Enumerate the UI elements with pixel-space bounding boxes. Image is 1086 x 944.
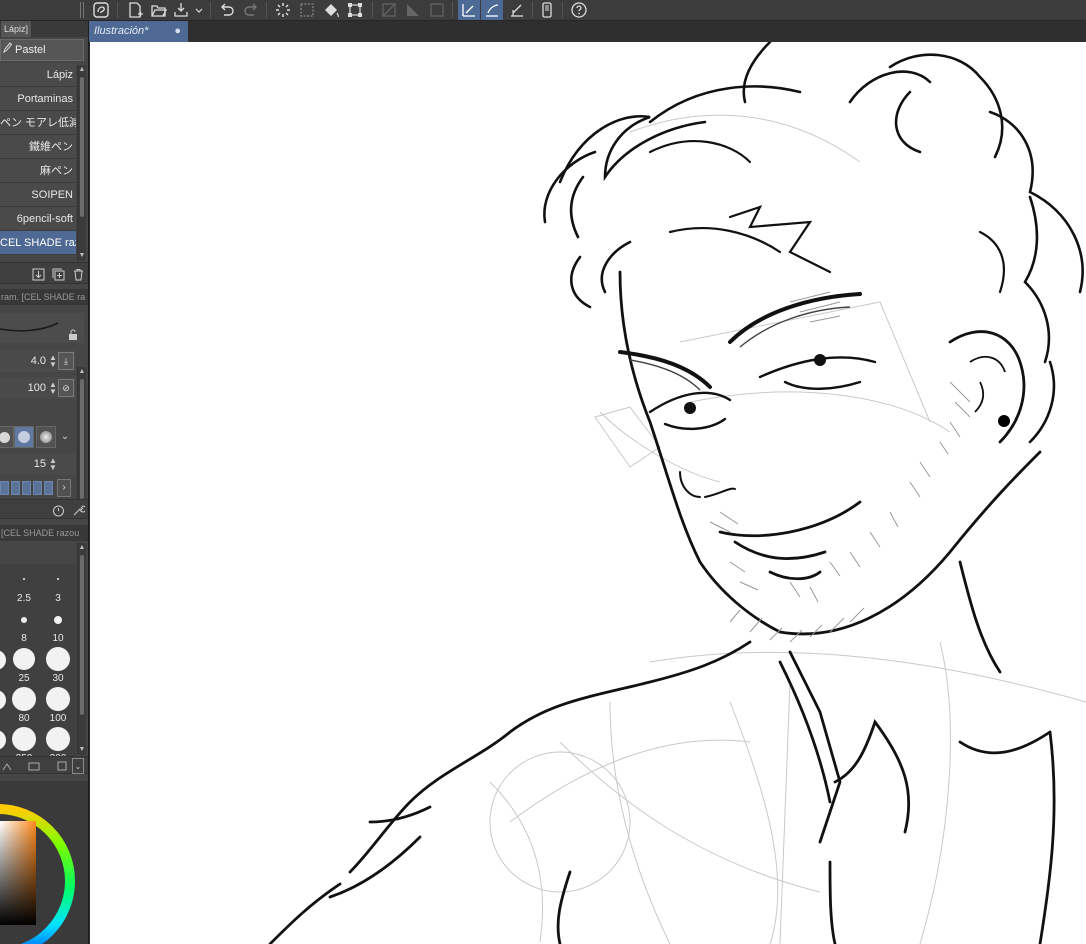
- scroll-down-icon[interactable]: ▼: [78, 251, 86, 261]
- opacity-row[interactable]: 100 ▲ ▼ ⊘: [0, 377, 76, 399]
- hardness-value[interactable]: 15: [34, 453, 46, 475]
- brush-item[interactable]: Lápiz: [0, 63, 76, 87]
- property-actions-row: [0, 499, 88, 519]
- brush-list-scrollbar[interactable]: ▲ ▼: [77, 65, 86, 261]
- pencil-icon: [3, 40, 13, 60]
- size-scrollbar[interactable]: ▲ ▼: [77, 543, 86, 755]
- spinner-icon[interactable]: ▲ ▼: [49, 457, 57, 472]
- drawing-canvas[interactable]: [90, 42, 1086, 944]
- size-preset[interactable]: 3: [43, 566, 73, 606]
- size-preset[interactable]: 30: [43, 646, 73, 686]
- dropdown-icon[interactable]: [192, 0, 206, 20]
- pressure-icon[interactable]: ⤓: [58, 352, 74, 370]
- chevron-right-icon[interactable]: ›: [57, 479, 71, 497]
- brush-item[interactable]: SOIPEN: [0, 183, 76, 207]
- brush-size-grid: 2.5 3 8 10 25 30 80 100 250 300: [0, 564, 76, 764]
- phone-icon[interactable]: [536, 0, 558, 20]
- brush-item[interactable]: 麻ペン: [0, 159, 76, 183]
- stopwatch-icon[interactable]: [50, 502, 66, 518]
- brush-actions-row: [0, 262, 88, 284]
- clip-studio-icon[interactable]: [90, 0, 112, 20]
- transform-icon[interactable]: [344, 0, 366, 20]
- property-scrollbar[interactable]: ▲ ▼: [77, 367, 86, 519]
- brush-size-title: [CEL SHADE razou: [0, 525, 88, 541]
- tip-shape-blur[interactable]: [36, 426, 56, 448]
- tool-property-title: ram. [CEL SHADE ra: [0, 289, 88, 305]
- special-ruler-icon[interactable]: [506, 0, 528, 20]
- line-art-illustration: [268, 42, 1086, 944]
- scrollbar-thumb[interactable]: [80, 77, 84, 217]
- chevron-down-icon[interactable]: ⌄: [72, 758, 84, 774]
- brush-size-value[interactable]: 4.0: [31, 350, 46, 372]
- undo-icon[interactable]: [216, 0, 238, 20]
- sub-tool-tab[interactable]: Lápiz]: [0, 21, 88, 37]
- size-preset[interactable]: 10: [43, 606, 73, 646]
- lock-icon[interactable]: [68, 327, 78, 345]
- size-preset[interactable]: 100: [43, 686, 73, 726]
- download-icon[interactable]: [30, 266, 46, 282]
- tip-shape-hard[interactable]: [0, 426, 14, 448]
- color-slider-tab-icon[interactable]: [26, 758, 42, 774]
- open-file-icon[interactable]: [148, 0, 170, 20]
- size-preset[interactable]: 25: [9, 646, 39, 686]
- snap-special-icon[interactable]: [481, 0, 503, 20]
- hardness-row[interactable]: 15 ▲ ▼: [0, 453, 76, 475]
- spinner-icon[interactable]: ▲ ▼: [49, 354, 57, 369]
- color-wheel-tab-icon[interactable]: [0, 758, 16, 774]
- size-preset[interactable]: 80: [9, 686, 39, 726]
- tool-group-pastel[interactable]: Pastel: [0, 39, 84, 61]
- command-bar: [0, 0, 1086, 21]
- toolbar-grip[interactable]: [80, 2, 84, 18]
- clear-selection-icon[interactable]: [296, 0, 318, 20]
- document-close-dot[interactable]: ●: [174, 21, 181, 42]
- brush-item-selected[interactable]: CEL SHADE razou: [0, 231, 76, 255]
- clip-studio-window: Lápiz] Pastel Lápiz Portaminas ペン モアレ低減 …: [0, 0, 1086, 944]
- new-file-icon[interactable]: [124, 0, 146, 20]
- tool-group-label: Pastel: [15, 44, 46, 56]
- ruler-icon[interactable]: [402, 0, 424, 20]
- palette-tabs-row: ⌄: [0, 756, 88, 774]
- left-panel: Lápiz] Pastel Lápiz Portaminas ペン モアレ低減 …: [0, 21, 89, 944]
- duplicate-icon[interactable]: [50, 266, 66, 282]
- fill-icon[interactable]: [320, 0, 342, 20]
- document-tab[interactable]: Ilustración* ●: [89, 21, 188, 42]
- size-preset[interactable]: 8: [9, 606, 39, 646]
- save-icon[interactable]: [170, 0, 192, 20]
- snap-off-icon[interactable]: [378, 0, 400, 20]
- spinner-icon[interactable]: ▲ ▼: [49, 381, 57, 396]
- loading-icon[interactable]: [272, 0, 294, 20]
- snap-ruler-icon[interactable]: [458, 0, 480, 20]
- brush-item[interactable]: 6pencil-soft: [0, 207, 76, 231]
- brush-size-row[interactable]: 4.0 ▲ ▼ ⤓: [0, 350, 76, 372]
- brush-item[interactable]: 鐵維ペン: [0, 135, 76, 159]
- brush-list: Lápiz Portaminas ペン モアレ低減 鐵維ペン 麻ペン SOIPE…: [0, 63, 76, 261]
- wrench-icon[interactable]: [70, 502, 86, 518]
- color-set-tab-icon[interactable]: [54, 758, 70, 774]
- saturation-value-square[interactable]: [0, 821, 36, 925]
- opacity-value[interactable]: 100: [28, 377, 46, 399]
- trash-icon[interactable]: [70, 266, 86, 282]
- document-tab-title: Ilustración*: [94, 25, 149, 37]
- tip-shape-soft[interactable]: [14, 426, 34, 448]
- opacity-dynamics-icon[interactable]: ⊘: [58, 379, 74, 397]
- brush-item[interactable]: Portaminas: [0, 87, 76, 111]
- scroll-up-icon[interactable]: ▲: [78, 65, 86, 75]
- chevron-down-icon[interactable]: ⌄: [58, 426, 72, 448]
- document-tab-bar: Ilustración* ●: [89, 21, 1086, 42]
- grid-icon[interactable]: [426, 0, 448, 20]
- size-preset[interactable]: 2.5: [9, 566, 39, 606]
- redo-icon[interactable]: [240, 0, 262, 20]
- brush-item[interactable]: ペン モアレ低減: [0, 111, 76, 135]
- density-steps[interactable]: [0, 481, 53, 495]
- help-icon[interactable]: [568, 0, 590, 20]
- stroke-preview: [0, 313, 84, 343]
